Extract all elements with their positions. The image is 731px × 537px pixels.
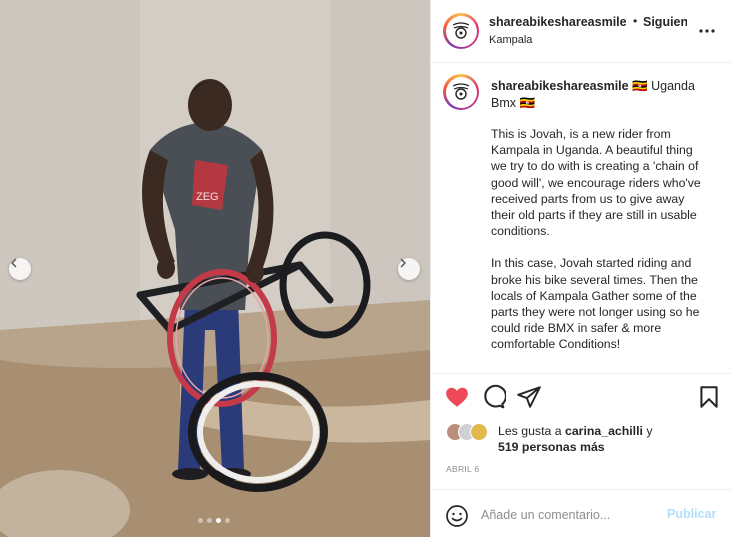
chevron-right-icon — [400, 258, 406, 268]
carousel-indicator — [198, 518, 230, 523]
avatar[interactable] — [443, 13, 479, 49]
logo-icon — [452, 83, 470, 100]
post-username[interactable]: shareabikeshareasmile — [489, 15, 627, 29]
emoji-button[interactable] — [445, 504, 469, 528]
photo-illustration: ZEG — [0, 0, 430, 537]
carousel-next-button[interactable] — [398, 258, 420, 280]
logo-icon — [452, 22, 470, 39]
chevron-left-icon — [11, 258, 17, 268]
carousel-dot-active — [216, 518, 221, 523]
more-horizontal-icon — [699, 29, 715, 33]
liker-avatars[interactable] — [446, 423, 496, 443]
comment-icon — [484, 384, 507, 409]
post-date[interactable]: ABRIL 6 — [446, 464, 479, 474]
caption-text: This is Jovah, is a new rider from Kampa… — [491, 126, 711, 369]
liker-username[interactable]: carina_achilli — [565, 424, 643, 438]
likes-count[interactable]: 519 personas más — [498, 440, 605, 454]
share-button[interactable] — [516, 384, 542, 410]
smiley-icon — [446, 505, 468, 527]
avatar — [470, 423, 488, 441]
caption-avatar[interactable] — [443, 74, 479, 110]
save-button[interactable] — [696, 384, 722, 410]
heart-filled-icon — [446, 387, 468, 407]
comment-input[interactable] — [481, 504, 661, 526]
carousel-prev-button[interactable] — [9, 258, 31, 280]
caption-username[interactable]: shareabikeshareasmile — [491, 79, 629, 93]
comment-bar: Publicar — [431, 489, 731, 537]
svg-text:ZEG: ZEG — [196, 191, 219, 203]
post-details-panel: shareabikeshareasmile • Siguiendo Kampal… — [430, 0, 731, 537]
following-button[interactable]: Siguiendo — [643, 15, 687, 29]
carousel-dot — [198, 518, 203, 523]
bookmark-icon — [700, 386, 718, 408]
caption-section: shareabikeshareasmile 🇺🇬 Uganda Bmx 🇺🇬 T… — [431, 63, 731, 374]
action-bar — [431, 384, 731, 412]
caption-title: shareabikeshareasmile 🇺🇬 Uganda Bmx 🇺🇬 — [491, 78, 716, 112]
carousel-dot — [207, 518, 212, 523]
likes-connector: y — [642, 424, 653, 438]
more-options-button[interactable] — [697, 24, 717, 38]
caption-paragraph: In this case, Jovah started riding and b… — [491, 256, 700, 352]
post-header: shareabikeshareasmile • Siguiendo Kampal… — [431, 0, 731, 63]
post-photo: ZEG — [0, 0, 430, 537]
separator-dot: • — [633, 14, 638, 28]
likes-prefix: Les gusta a — [498, 424, 565, 438]
caption-paragraph: This is Jovah, is a new rider from Kampa… — [491, 127, 701, 239]
carousel-dot — [225, 518, 230, 523]
likes-text: Les gusta a carina_achilli y 519 persona… — [498, 423, 728, 455]
publish-button[interactable]: Publicar — [667, 507, 716, 521]
paper-plane-icon — [517, 386, 541, 408]
like-button[interactable] — [444, 384, 470, 410]
post-location[interactable]: Kampala — [489, 34, 532, 46]
comment-button[interactable] — [480, 384, 507, 410]
